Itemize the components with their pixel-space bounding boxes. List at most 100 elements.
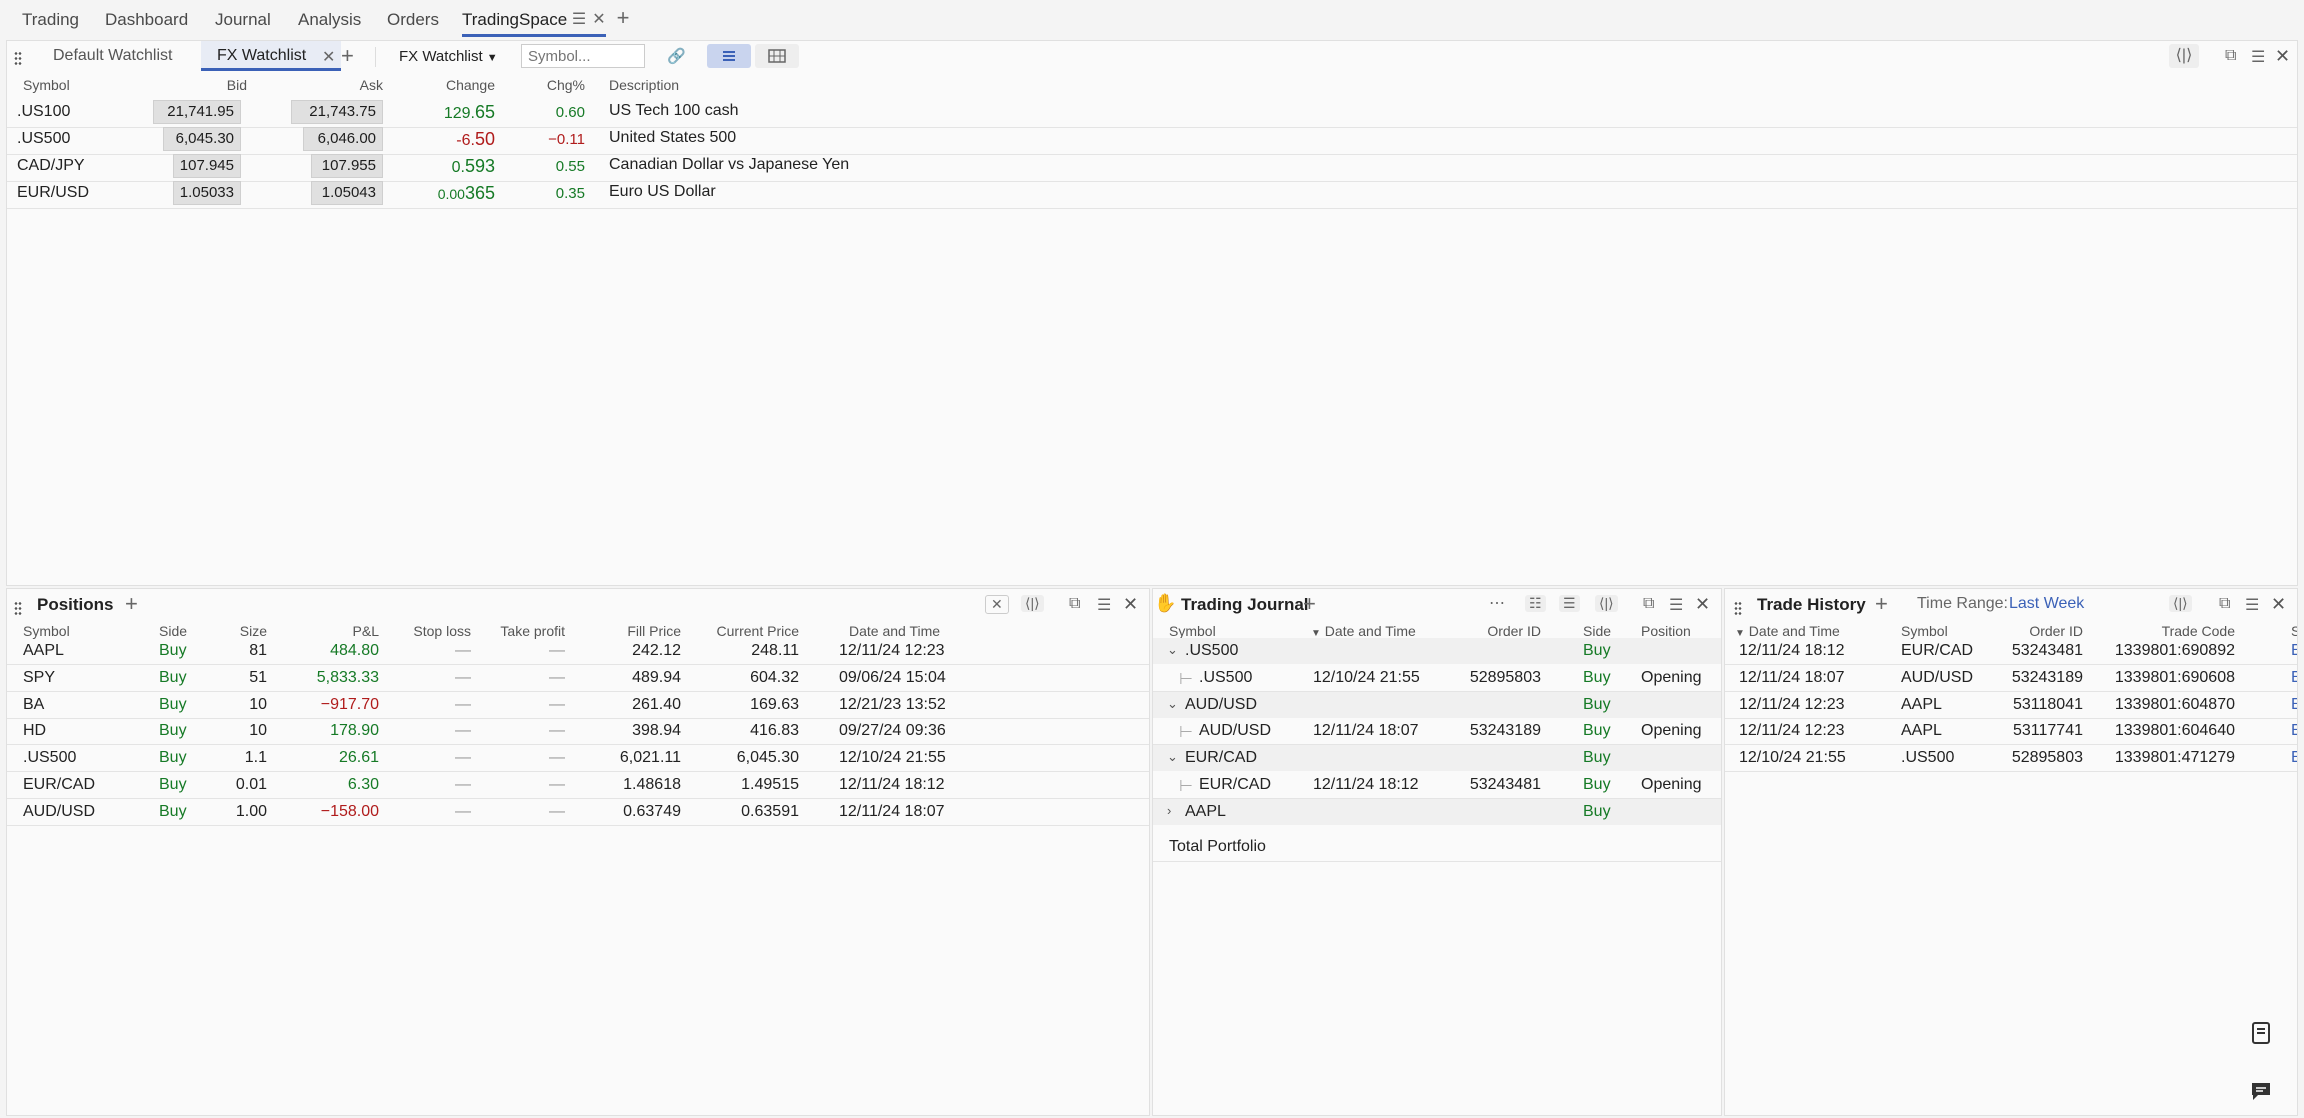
chevron-down-icon[interactable]: ⌄ — [1167, 696, 1178, 712]
position-stop-loss[interactable]: — — [391, 749, 471, 767]
chevron-right-icon[interactable]: › — [1167, 803, 1171, 818]
tab-trading[interactable]: Trading — [22, 10, 79, 34]
link-icon[interactable]: 🔗 — [667, 47, 686, 65]
popout-icon[interactable]: ⧉ — [1069, 595, 1080, 613]
drag-handle-icon[interactable] — [1734, 601, 1742, 615]
col-header-date-time[interactable]: ▼ Date and Time — [1735, 623, 1840, 639]
watchlist-tab-fx[interactable]: FX Watchlist ✕ — [201, 41, 341, 71]
chevron-down-icon[interactable]: ⌄ — [1167, 749, 1178, 765]
expand-all-icon[interactable]: ☷ — [1525, 595, 1546, 612]
position-stop-loss[interactable]: — — [391, 669, 471, 687]
bid-value[interactable]: 6,045.30 — [163, 127, 241, 151]
col-header-s[interactable]: S — [2291, 623, 2297, 639]
position-take-profit[interactable]: — — [481, 722, 565, 740]
panel-close-icon[interactable]: ✕ — [2275, 46, 2290, 67]
tab-analysis[interactable]: Analysis — [298, 10, 361, 34]
time-range-selector[interactable]: Last Week — [2009, 595, 2084, 613]
panel-close-icon[interactable]: ✕ — [1695, 594, 1710, 615]
col-header-date-time[interactable]: ▼ Date and Time — [1311, 623, 1416, 639]
panel-close-icon[interactable]: ✕ — [1123, 594, 1138, 615]
position-stop-loss[interactable]: — — [391, 803, 471, 821]
ask-value[interactable]: 1.05043 — [311, 181, 383, 205]
clear-icon[interactable]: ✕ — [985, 595, 1009, 614]
chat-icon[interactable] — [2248, 1078, 2274, 1104]
col-header-ask[interactable]: Ask — [287, 77, 383, 93]
col-header-pnl[interactable]: P&L — [287, 623, 379, 639]
tab-close-icon[interactable]: ✕ — [590, 10, 608, 30]
add-icon[interactable]: + — [125, 591, 138, 617]
col-header-symbol[interactable]: Symbol — [1901, 623, 1948, 639]
position-stop-loss[interactable]: — — [391, 696, 471, 714]
split-view-icon[interactable]: ⟨|⟩ — [2169, 595, 2192, 612]
panel-menu-icon[interactable]: ☰ — [2251, 47, 2265, 67]
more-options-icon[interactable]: ⋯ — [1489, 593, 1505, 613]
tab-dashboard[interactable]: Dashboard — [105, 10, 188, 34]
col-header-side[interactable]: Side — [1583, 623, 1611, 639]
symbol-search-input[interactable] — [521, 44, 645, 68]
panel-menu-icon[interactable]: ☰ — [1669, 595, 1683, 615]
col-header-order-id[interactable]: Order ID — [1975, 623, 2083, 639]
position-take-profit[interactable]: — — [481, 696, 565, 714]
close-icon[interactable]: ✕ — [322, 47, 335, 67]
position-take-profit[interactable]: — — [481, 749, 565, 767]
position-stop-loss[interactable]: — — [391, 642, 471, 660]
col-header-change[interactable]: Change — [397, 77, 495, 93]
panel-close-icon[interactable]: ✕ — [2271, 594, 2286, 615]
watchlist-tab-fx-label: FX Watchlist — [217, 47, 307, 64]
position-take-profit[interactable]: — — [481, 776, 565, 794]
col-header-symbol[interactable]: Symbol — [23, 77, 70, 93]
popout-icon[interactable]: ⧉ — [2219, 595, 2230, 613]
bid-value[interactable]: 21,741.95 — [153, 100, 241, 124]
tab-menu-icon[interactable]: ☰ — [570, 10, 588, 30]
position-take-profit[interactable]: — — [481, 642, 565, 660]
col-header-order-id[interactable]: Order ID — [1453, 623, 1541, 639]
add-icon[interactable]: + — [1303, 591, 1316, 617]
drag-handle-icon[interactable] — [14, 51, 22, 65]
col-header-side[interactable]: Side — [159, 623, 187, 639]
drag-handle-icon[interactable] — [14, 601, 22, 615]
split-view-icon[interactable]: ⟨|⟩ — [1021, 595, 1044, 612]
grid-view-button[interactable] — [755, 44, 799, 68]
position-stop-loss[interactable]: — — [391, 722, 471, 740]
popout-icon[interactable]: ⧉ — [2225, 47, 2236, 65]
change-main: 0. — [451, 159, 465, 176]
panel-menu-icon[interactable]: ☰ — [2245, 595, 2259, 615]
ask-value[interactable]: 107.955 — [311, 154, 383, 178]
col-header-take-profit[interactable]: Take profit — [481, 623, 565, 639]
panel-menu-icon[interactable]: ☰ — [1097, 595, 1111, 615]
ask-value[interactable]: 6,046.00 — [303, 127, 383, 151]
col-header-symbol[interactable]: Symbol — [1169, 623, 1216, 639]
row-divider — [7, 690, 1149, 692]
position-stop-loss[interactable]: — — [391, 776, 471, 794]
col-header-size[interactable]: Size — [207, 623, 267, 639]
add-tab-icon[interactable]: + — [612, 7, 634, 29]
chg-pct-value: −0.11 — [548, 131, 585, 148]
col-header-current-price[interactable]: Current Price — [697, 623, 799, 639]
col-header-description[interactable]: Description — [609, 77, 679, 93]
collapse-all-icon[interactable]: ☰ — [1559, 595, 1580, 612]
col-header-fill-price[interactable]: Fill Price — [587, 623, 681, 639]
split-view-icon[interactable]: ⟨|⟩ — [1595, 595, 1618, 612]
col-header-chg-pct[interactable]: Chg% — [507, 77, 585, 93]
col-header-symbol[interactable]: Symbol — [23, 623, 70, 639]
col-header-stop-loss[interactable]: Stop loss — [391, 623, 471, 639]
bid-value[interactable]: 1.05033 — [173, 181, 241, 205]
list-view-button[interactable] — [707, 44, 751, 68]
watchlist-selector[interactable]: FX Watchlist ▼ — [399, 48, 498, 65]
tab-orders[interactable]: Orders — [387, 10, 439, 34]
position-take-profit[interactable]: — — [481, 669, 565, 687]
ask-value[interactable]: 21,743.75 — [291, 100, 383, 124]
col-header-date-time[interactable]: Date and Time — [849, 623, 940, 639]
add-icon[interactable]: + — [1875, 591, 1888, 617]
watchlist-tab-default[interactable]: Default Watchlist — [53, 47, 172, 65]
position-take-profit[interactable]: — — [481, 803, 565, 821]
bid-value[interactable]: 107.945 — [173, 154, 241, 178]
col-header-bid[interactable]: Bid — [157, 77, 247, 93]
split-view-icon[interactable]: ⟨|⟩ — [2169, 44, 2199, 68]
notebook-icon[interactable] — [2248, 1020, 2274, 1046]
chevron-down-icon[interactable]: ⌄ — [1167, 642, 1178, 658]
tab-journal[interactable]: Journal — [215, 10, 271, 34]
add-watchlist-icon[interactable]: + — [341, 43, 354, 69]
popout-icon[interactable]: ⧉ — [1643, 595, 1654, 613]
col-header-trade-code[interactable]: Trade Code — [2105, 623, 2235, 639]
